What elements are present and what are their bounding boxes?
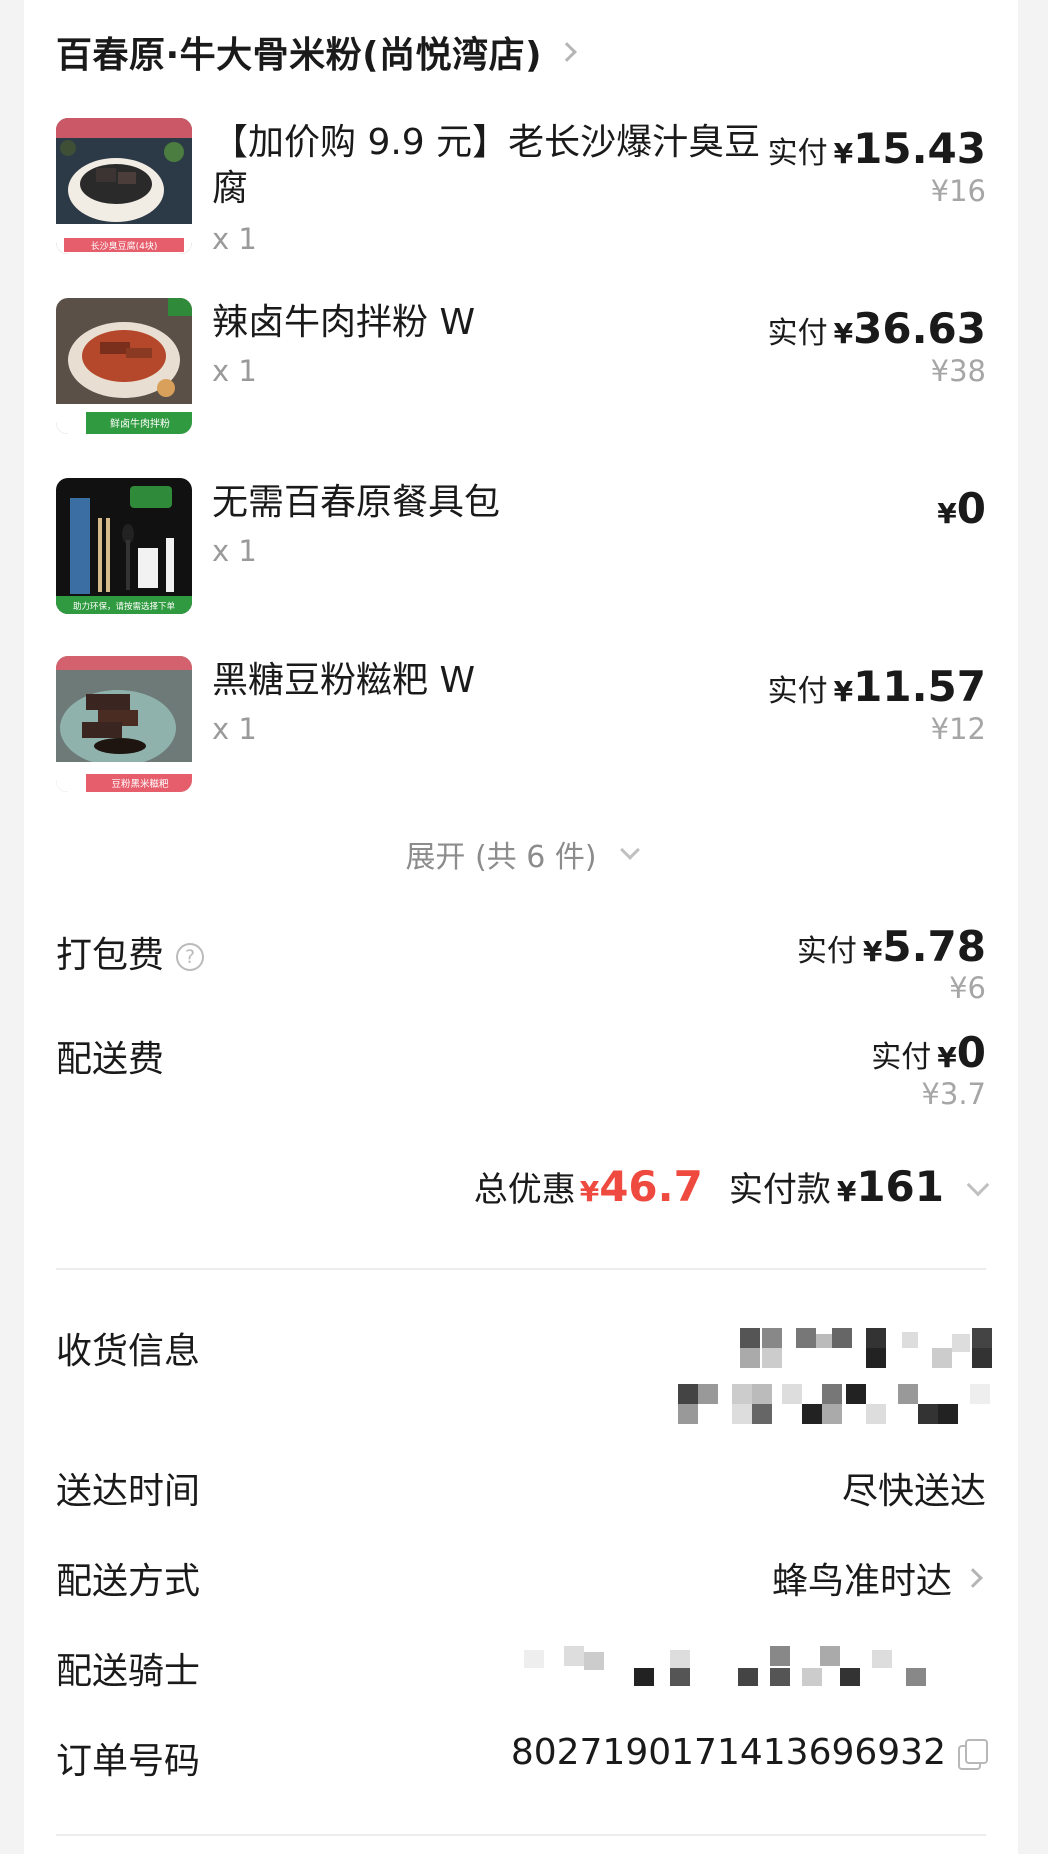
item-quantity: x 1 (212, 534, 257, 568)
currency-symbol: ¥ (833, 317, 854, 350)
order-item[interactable]: 长沙臭豆腐(4块) 【加价购 9.9 元】老长沙爆汁臭豆腐 x 1 实付 ¥ 1… (56, 118, 986, 256)
paid-label: 实付 (767, 316, 828, 351)
chevron-right-icon[interactable] (557, 42, 577, 62)
discount-label: 总优惠 (473, 1170, 576, 1210)
order-number-value: 8027190171413696932 (510, 1732, 946, 1773)
item-original-price: ¥12 (930, 712, 986, 746)
item-paid-price: 实付 ¥ 36.63 (768, 304, 986, 353)
total-currency: ¥ (836, 1175, 857, 1208)
currency-symbol: ¥ (833, 675, 854, 708)
paid-amount: 0 (956, 1028, 986, 1077)
paid-amount: 11.57 (853, 662, 986, 711)
item-thumbnail[interactable]: 长沙臭豆腐(4块) (56, 118, 192, 254)
expand-label[interactable]: 展开 (共 6 件) (405, 832, 596, 876)
total-paid-label: 实付款 (728, 1170, 831, 1210)
order-item[interactable]: 鲜卤牛肉拌粉 辣卤牛肉拌粉 W x 1 实付 ¥ 36.63 ¥38 (56, 298, 986, 434)
delivery-method-label: 配送方式 (56, 1561, 201, 1602)
item-name: 无需百春原餐具包 (212, 482, 501, 523)
order-number-label: 订单号码 (56, 1741, 201, 1782)
shop-header[interactable]: 百春原·牛大骨米粉(尚悦湾店) (56, 26, 577, 78)
item-original-price: ¥16 (930, 174, 986, 208)
paid-label: 实付 (871, 1040, 932, 1075)
paid-amount: 0 (956, 484, 986, 533)
rice-cake-photo-icon: 豆粉黑米糍粑 (56, 656, 192, 792)
item-paid-price: 实付 ¥ 11.57 (768, 662, 986, 711)
thumb-caption: 豆粉黑米糍粑 (111, 778, 169, 790)
packing-fee-price: 实付 ¥ 5.78 ¥6 (797, 922, 986, 1005)
item-quantity: x 1 (212, 712, 257, 746)
thumb-caption: 长沙臭豆腐(4块) (91, 240, 158, 252)
delivery-fee-price: 实付 ¥ 0 ¥3.7 (871, 1028, 986, 1111)
item-thumbnail[interactable]: 助力环保，请按需选择下单 (56, 478, 192, 614)
packing-fee-text: 打包费 (56, 935, 165, 976)
discount-amount: 46.7 (599, 1162, 703, 1211)
item-original-price: ¥38 (930, 354, 986, 388)
expand-items-button[interactable]: 展开 (共 6 件) (24, 832, 1018, 876)
paid-amount: 15.43 (853, 124, 986, 173)
section-divider (56, 1268, 986, 1270)
help-icon[interactable]: ? (176, 943, 205, 971)
beef-noodle-photo-icon: 鲜卤牛肉拌粉 (56, 298, 192, 434)
paid-amount: 36.63 (853, 304, 986, 353)
item-paid-price: 实付 ¥ 15.43 (768, 124, 986, 173)
section-divider (56, 1834, 986, 1836)
item-quantity: x 1 (212, 354, 257, 388)
item-name: 辣卤牛肉拌粉 W (212, 302, 476, 343)
shop-name[interactable]: 百春原·牛大骨米粉(尚悦湾店) (56, 26, 542, 78)
delivery-time-label: 送达时间 (56, 1471, 201, 1512)
item-thumbnail[interactable]: 鲜卤牛肉拌粉 (56, 298, 192, 434)
discount-currency: ¥ (579, 1175, 600, 1208)
order-item[interactable]: 豆粉黑米糍粑 黑糖豆粉糍粑 W x 1 实付 ¥ 11.57 ¥12 (56, 656, 986, 792)
chevron-right-icon[interactable] (963, 1568, 983, 1588)
delivery-time-value: 尽快送达 (841, 1471, 986, 1512)
item-thumbnail[interactable]: 豆粉黑米糍粑 (56, 656, 192, 792)
total-paid-amount: 161 (856, 1162, 944, 1211)
chevron-down-icon[interactable] (619, 840, 640, 860)
delivery-method-value[interactable]: 蜂鸟准时达 (772, 1552, 952, 1604)
delivery-method-row[interactable]: 蜂鸟准时达 (772, 1552, 986, 1604)
packing-fee-label: 打包费? (56, 926, 205, 978)
item-quantity: x 1 (212, 222, 257, 256)
receiver-info-label: 收货信息 (56, 1331, 201, 1372)
order-item[interactable]: 助力环保，请按需选择下单 无需百春原餐具包 x 1 ¥ 0 (56, 478, 986, 614)
currency-symbol: ¥ (862, 935, 883, 968)
packing-fee-original: ¥6 (949, 971, 986, 1005)
paid-label: 实付 (796, 934, 857, 969)
currency-symbol: ¥ (833, 137, 854, 170)
thumb-caption: 助力环保，请按需选择下单 (73, 601, 176, 612)
thumb-caption: 鲜卤牛肉拌粉 (110, 417, 170, 430)
currency-symbol: ¥ (937, 497, 957, 530)
paid-amount: 5.78 (882, 922, 986, 971)
item-name: 【加价购 9.9 元】老长沙爆汁臭豆腐 (212, 122, 761, 209)
paid-label: 实付 (767, 136, 828, 171)
rider-info-redacted (494, 1646, 994, 1702)
order-detail-card: 百春原·牛大骨米粉(尚悦湾店) 长沙臭豆腐(4块) 【加价购 9.9 元】老长沙… (24, 0, 1018, 1854)
currency-symbol: ¥ (937, 1041, 957, 1074)
chevron-down-icon[interactable] (966, 1173, 990, 1197)
item-paid-price: ¥ 0 (937, 484, 986, 533)
copy-icon[interactable] (956, 1738, 988, 1770)
item-name: 黑糖豆粉糍粑 W (212, 660, 476, 701)
order-total-summary[interactable]: 总优惠 ¥ 46.7 实付款 ¥ 161 (473, 1162, 990, 1211)
order-number-row[interactable]: 8027190171413696932 (510, 1732, 988, 1773)
paid-label: 实付 (767, 674, 828, 709)
delivery-fee-original: ¥3.7 (921, 1077, 986, 1111)
rider-label: 配送骑士 (56, 1651, 201, 1692)
stinky-tofu-photo-icon: 长沙臭豆腐(4块) (56, 118, 192, 254)
delivery-fee-label: 配送费 (56, 1039, 165, 1080)
receiver-info-redacted (654, 1328, 994, 1424)
utensil-pack-photo-icon: 助力环保，请按需选择下单 (56, 478, 192, 614)
